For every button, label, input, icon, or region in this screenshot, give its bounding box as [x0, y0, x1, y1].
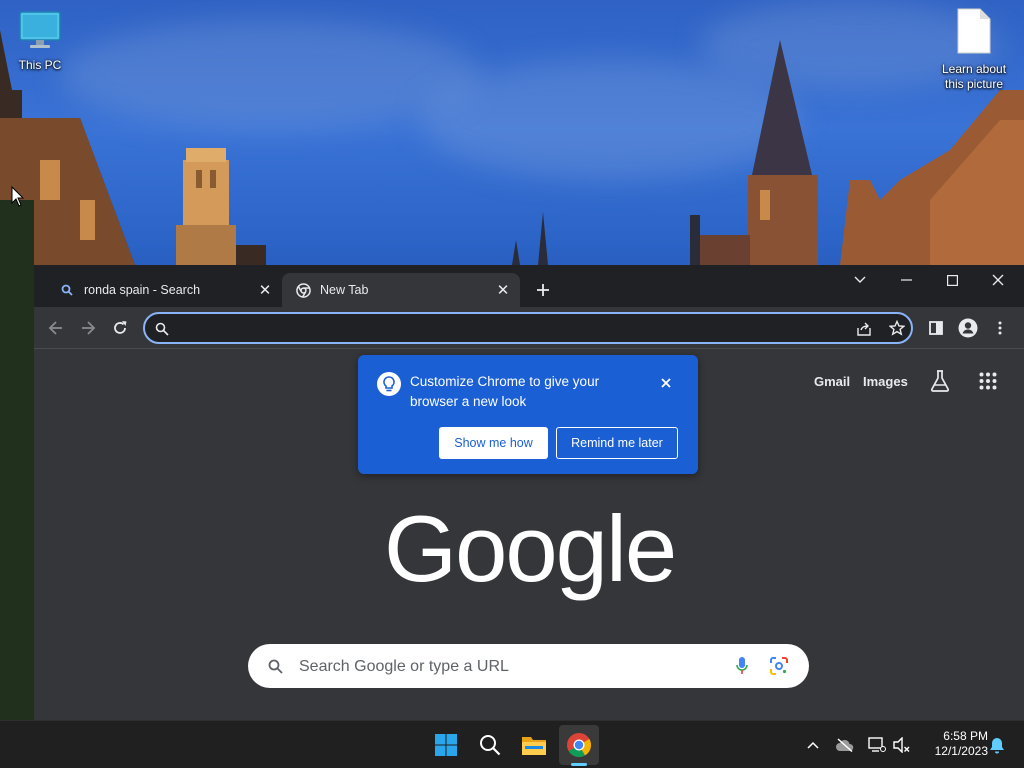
mouse-cursor-icon: [11, 186, 25, 207]
close-window-button[interactable]: [975, 265, 1021, 295]
tab-new-tab[interactable]: New Tab ✕: [282, 273, 520, 307]
tab-title: ronda spain - Search: [84, 283, 201, 297]
remind-me-later-button[interactable]: Remind me later: [556, 427, 678, 459]
search-icon: [155, 322, 169, 336]
volume-tray-button[interactable]: [892, 735, 912, 755]
google-search-box[interactable]: [248, 644, 809, 688]
chrome-icon: [295, 282, 311, 298]
tab-ronda-spain-search[interactable]: ronda spain - Search ✕: [46, 273, 282, 307]
close-icon: [661, 378, 671, 388]
tab-strip: ronda spain - Search ✕ New Tab ✕: [34, 265, 1024, 307]
new-tab-page: Gmail Images Customize Chrome to give yo…: [34, 349, 1024, 720]
cloud-offline-icon: [836, 738, 854, 752]
show-me-how-button[interactable]: Show me how: [439, 427, 548, 459]
onedrive-tray-button[interactable]: [835, 735, 855, 755]
document-icon: [934, 8, 1014, 58]
bell-icon: [990, 737, 1004, 753]
chrome-menu-button[interactable]: [988, 316, 1012, 340]
notifications-button[interactable]: [987, 735, 1007, 755]
chrome-icon: [567, 733, 592, 758]
customize-chrome-promo-bubble: Customize Chrome to give your browser a …: [358, 355, 698, 474]
arrow-left-icon: [48, 321, 62, 335]
minimize-button[interactable]: [883, 265, 929, 295]
google-lens-icon[interactable]: [770, 657, 788, 675]
search-icon: [268, 659, 283, 674]
windows-taskbar: 6:58 PM 12/1/2023: [0, 720, 1024, 768]
back-button[interactable]: [44, 316, 68, 340]
speaker-muted-icon: [893, 737, 910, 753]
plus-icon: [537, 284, 549, 296]
chevron-down-icon: [854, 276, 866, 283]
side-panel-button[interactable]: [924, 316, 948, 340]
tab-search-button[interactable]: [837, 265, 883, 295]
close-tab-icon[interactable]: ✕: [494, 281, 512, 299]
desktop-icon-this-pc[interactable]: This PC: [0, 10, 80, 73]
close-icon: [992, 274, 1004, 286]
reload-icon: [114, 321, 127, 334]
maximize-button[interactable]: [929, 265, 975, 295]
lightbulb-icon: [377, 372, 401, 396]
monitor-icon: [0, 10, 80, 54]
reload-button[interactable]: [108, 316, 132, 340]
active-app-indicator: [571, 763, 587, 766]
chrome-window: ronda spain - Search ✕ New Tab ✕ Gmail I…: [34, 265, 1024, 720]
desktop-icon-label: Learn about this picture: [941, 62, 1007, 91]
address-input[interactable]: [181, 318, 841, 338]
close-promo-button[interactable]: [656, 373, 676, 393]
profile-button[interactable]: [956, 316, 980, 340]
more-vertical-icon: [998, 321, 1002, 335]
profile-avatar-icon: [958, 318, 978, 338]
network-icon: [868, 737, 886, 752]
start-button[interactable]: [426, 725, 466, 765]
labs-flask-icon[interactable]: [930, 370, 950, 392]
clock-time: 6:58 PM: [943, 729, 988, 743]
taskbar-clock[interactable]: 6:58 PM 12/1/2023: [918, 729, 988, 759]
google-apps-grid-icon[interactable]: [979, 372, 997, 390]
browser-toolbar: [34, 307, 1024, 349]
taskbar-chrome[interactable]: [559, 725, 599, 765]
show-hidden-icons-button[interactable]: [803, 735, 823, 755]
close-tab-icon[interactable]: ✕: [256, 281, 274, 299]
desktop-icon-learn-about-picture[interactable]: Learn about this picture: [934, 8, 1014, 92]
forward-button[interactable]: [76, 316, 100, 340]
minimize-icon: [900, 279, 912, 281]
windows-start-icon: [435, 734, 457, 756]
new-tab-button[interactable]: [531, 278, 555, 302]
google-search-input[interactable]: [299, 656, 719, 678]
clock-date: 12/1/2023: [934, 744, 988, 758]
search-icon: [59, 282, 75, 298]
chevron-up-icon: [807, 741, 819, 749]
desktop-icon-label: This PC: [18, 58, 62, 72]
network-tray-button[interactable]: [867, 735, 887, 755]
google-logo: Google: [384, 496, 677, 601]
voice-search-mic-icon[interactable]: [736, 656, 748, 676]
taskbar-search-button[interactable]: [470, 725, 510, 765]
file-explorer-icon: [522, 737, 546, 755]
maximize-icon: [946, 274, 958, 286]
side-panel-icon: [929, 321, 943, 335]
address-bar[interactable]: [143, 312, 913, 344]
tab-title: New Tab: [320, 283, 369, 297]
promo-message: Customize Chrome to give your browser a …: [410, 374, 600, 409]
images-link[interactable]: Images: [863, 374, 908, 389]
arrow-right-icon: [82, 321, 96, 335]
share-icon[interactable]: [856, 321, 872, 337]
search-icon: [480, 735, 501, 756]
gmail-link[interactable]: Gmail: [814, 374, 850, 389]
taskbar-file-explorer[interactable]: [514, 725, 554, 765]
bookmark-star-icon[interactable]: [889, 320, 905, 336]
